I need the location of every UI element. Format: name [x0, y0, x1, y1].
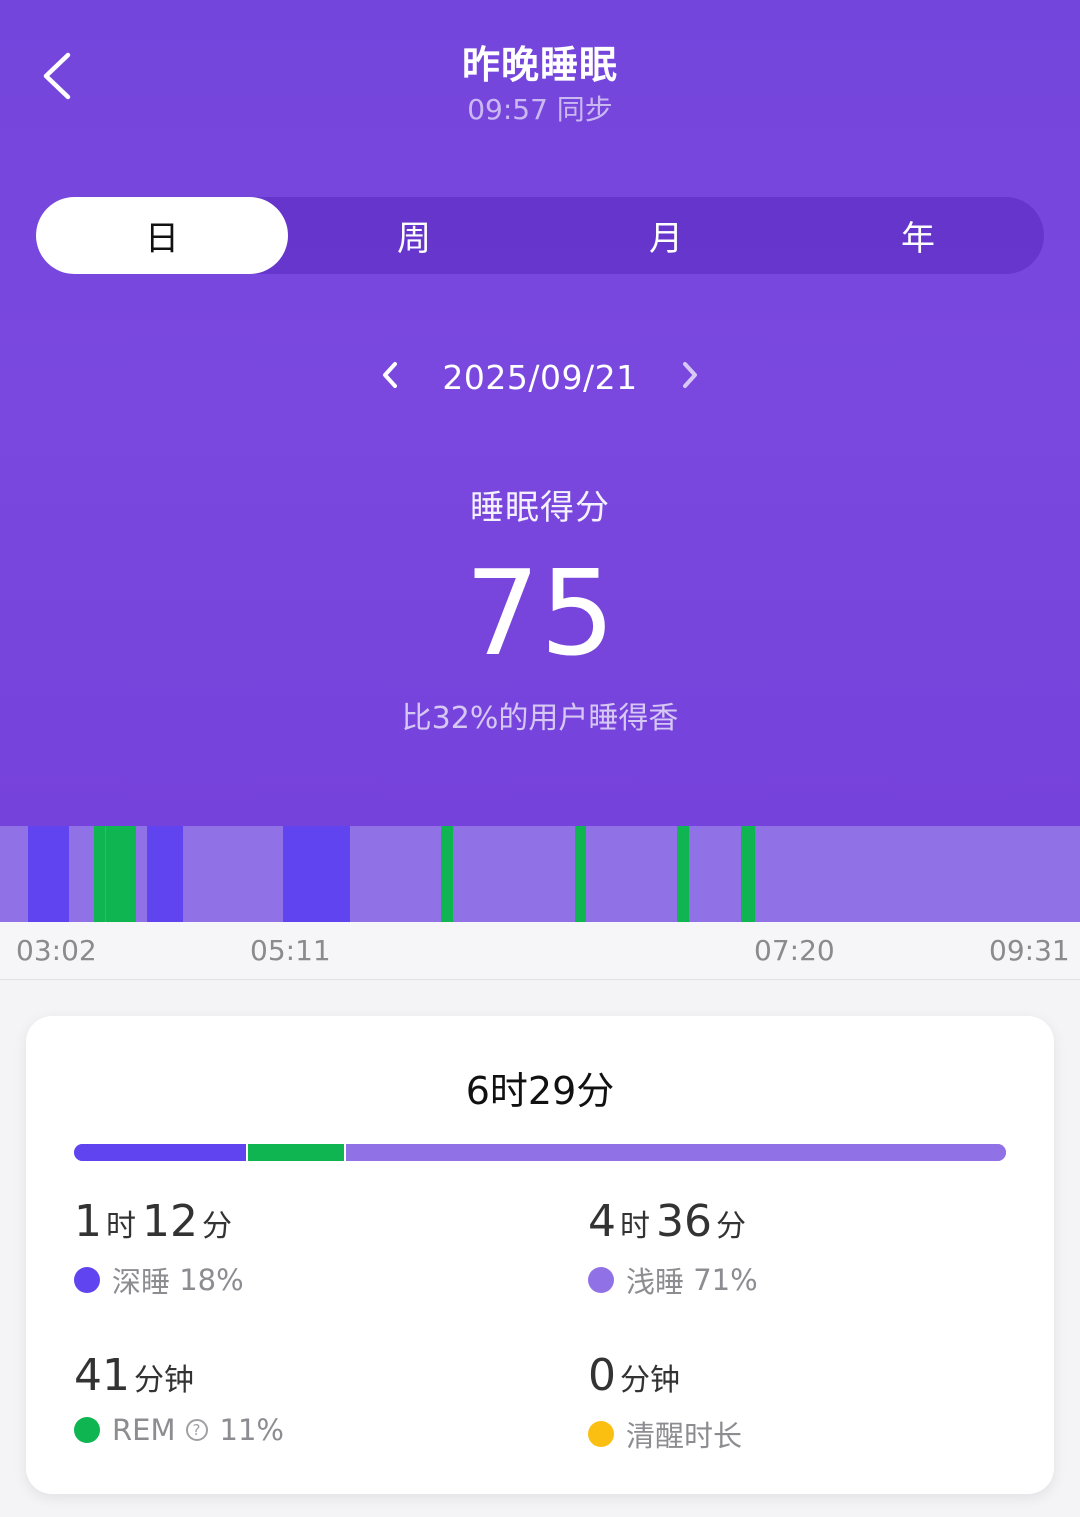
stage-segment-deep [27, 826, 70, 922]
sleep-stage-timeline[interactable] [0, 826, 1080, 922]
time-tick: 05:11 [250, 934, 331, 967]
light-label: 浅睡 [626, 1265, 685, 1299]
time-tick: 09:31 [989, 934, 1070, 967]
sleep-hero: 昨晚睡眠 09:57 同步 日 周 月 年 2025/09/21 睡眠得分 75… [0, 0, 1080, 826]
tab-week[interactable]: 周 [288, 197, 540, 274]
period-tabs: 日 周 月 年 [36, 197, 1044, 274]
stage-segment-light [688, 826, 742, 922]
unit-label: 分钟 [134, 1363, 194, 1398]
deep-legend-dot [74, 1267, 100, 1293]
stage-segment-light [452, 826, 575, 922]
score-label: 睡眠得分 [470, 488, 610, 528]
next-date-button[interactable] [660, 350, 720, 404]
stage-segment-light [349, 826, 442, 922]
unit-label: 分 [716, 1209, 746, 1244]
bar-rem-segment [246, 1144, 345, 1161]
page-title: 昨晚睡眠 [461, 43, 618, 87]
bar-deep-segment [74, 1144, 247, 1161]
score-comparison: 比32%的用户睡得香 [401, 701, 679, 736]
stage-segment-rem [441, 826, 453, 922]
stage-segment-rem [105, 826, 137, 922]
rem-minutes: 41 [74, 1350, 130, 1401]
tab-day[interactable]: 日 [36, 197, 288, 274]
time-tick: 07:20 [754, 934, 835, 967]
unit-label: 时 [106, 1209, 136, 1244]
bar-light-segment [344, 1144, 1006, 1161]
date-navigator: 2025/09/21 [0, 350, 1080, 404]
tab-year[interactable]: 年 [792, 197, 1044, 274]
stage-segment-rem [94, 826, 106, 922]
prev-date-button[interactable] [360, 350, 420, 404]
stage-segment-rem [741, 826, 756, 922]
rem-percent: 11% [219, 1413, 284, 1447]
rem-legend-dot [74, 1417, 100, 1443]
stage-segment-light [755, 826, 767, 922]
stage-segment-light [585, 826, 678, 922]
unit-label: 分 [202, 1209, 232, 1244]
stage-segment-deep [147, 826, 184, 922]
stage-segment-light [0, 826, 28, 922]
light-hours: 4 [588, 1196, 616, 1247]
light-percent: 71% [693, 1263, 758, 1297]
deep-minutes: 12 [142, 1196, 198, 1247]
tab-month[interactable]: 月 [540, 197, 792, 274]
stage-segment-light [183, 826, 284, 922]
awake-legend-dot [588, 1421, 614, 1447]
time-tick: 03:02 [16, 934, 97, 967]
sleep-summary-card: 6时29分 1 时 12 分 深睡 18% 4 时 36 分 浅睡 71% 41 分钟 REM… [26, 1016, 1054, 1494]
light-minutes: 36 [656, 1196, 712, 1247]
total-sleep-duration: 6时29分 [465, 1069, 615, 1113]
unit-label: 分钟 [620, 1363, 680, 1398]
rem-label: REM [112, 1413, 176, 1447]
light-sleep-stat: 4 时 36 分 浅睡 71% [588, 1196, 758, 1301]
awake-minutes: 0 [588, 1350, 616, 1401]
sleep-score: 75 [464, 544, 616, 682]
rem-sleep-stat: 41 分钟 REM ? 11% [74, 1350, 284, 1447]
unit-label: 时 [620, 1209, 650, 1244]
chevron-right-icon [680, 359, 700, 395]
stage-segment-rem [574, 826, 586, 922]
stage-segment-light [69, 826, 95, 922]
sync-status: 09:57 同步 [467, 93, 613, 126]
deep-percent: 18% [179, 1263, 244, 1297]
stage-proportion-bar [74, 1144, 1006, 1161]
stage-segment-light [136, 826, 148, 922]
light-legend-dot [588, 1267, 614, 1293]
awake-label: 清醒时长 [626, 1419, 743, 1453]
deep-hours: 1 [74, 1196, 102, 1247]
current-date: 2025/09/21 [442, 357, 638, 397]
deep-label: 深睡 [112, 1265, 171, 1299]
chevron-left-icon [380, 359, 400, 395]
time-axis: 03:02 05:11 07:20 09:31 [0, 922, 1080, 980]
stage-segment-deep [283, 826, 350, 922]
awake-stat: 0 分钟 清醒时长 [588, 1350, 742, 1455]
deep-sleep-stat: 1 时 12 分 深睡 18% [74, 1196, 244, 1301]
stage-segment-rem [677, 826, 689, 922]
question-circle-icon[interactable]: ? [185, 1419, 208, 1441]
